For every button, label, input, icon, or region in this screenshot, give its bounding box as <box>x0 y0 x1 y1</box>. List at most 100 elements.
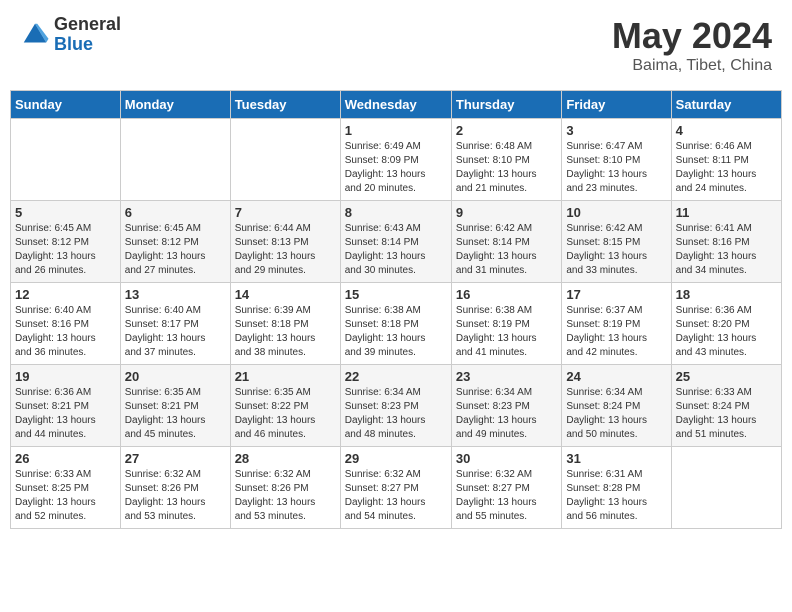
day-number: 17 <box>566 287 666 302</box>
calendar-cell: 3Sunrise: 6:47 AM Sunset: 8:10 PM Daylig… <box>562 119 671 201</box>
day-number: 7 <box>235 205 336 220</box>
day-number: 15 <box>345 287 447 302</box>
day-number: 27 <box>125 451 226 466</box>
calendar-cell: 17 Sunrise: 6:37 AM Sunset: 8:19 PM Dayli… <box>562 283 671 365</box>
page-header: General Blue May 2024 Baima, Tibet, Chin… <box>10 10 782 80</box>
calendar-cell: 23 Sunrise: 6:34 AM Sunset: 8:23 PM Dayli… <box>451 365 561 447</box>
calendar-week-3: 19Sunrise: 6:36 AM Sunset: 8:21 PM Dayli… <box>11 365 782 447</box>
day-info: Sunrise: 6:37 AM Sunset: 8:19 PM Dayligh… <box>566 304 666 360</box>
day-info: Sunrise: 6:40 AM Sunset: 8:17 PM Dayligh… <box>125 304 226 360</box>
day-number: 5 <box>15 205 116 220</box>
calendar-table: SundayMondayTuesdayWednesdayThursdayFrid… <box>10 90 782 529</box>
day-number: 29 <box>345 451 447 466</box>
calendar-cell: 2 Sunrise: 6:48 AM Sunset: 8:10 PM Daylig… <box>451 119 561 201</box>
weekday-header-friday: Friday <box>562 91 671 119</box>
month-title: May 2024 <box>612 15 772 57</box>
calendar-cell: 20 Sunrise: 6:35 AM Sunset: 8:21 PM Dayli… <box>120 365 230 447</box>
calendar-cell: 30 Sunrise: 6:32 AM Sunset: 8:27 PM Dayli… <box>451 447 561 529</box>
day-number: 2 <box>456 123 557 138</box>
day-info: Sunrise: 6:34 AM Sunset: 8:24 PM Dayligh… <box>566 386 666 442</box>
day-number: 21 <box>235 369 336 384</box>
day-info: Sunrise: 6:36 AM Sunset: 8:20 PM Dayligh… <box>676 304 777 360</box>
day-number: 18 <box>676 287 777 302</box>
weekday-header-wednesday: Wednesday <box>340 91 451 119</box>
logo-blue: Blue <box>54 35 121 55</box>
weekday-header-sunday: Sunday <box>11 91 121 119</box>
calendar-cell: 15 Sunrise: 6:38 AM Sunset: 8:18 PM Dayli… <box>340 283 451 365</box>
calendar-cell: 22 Sunrise: 6:34 AM Sunset: 8:23 PM Dayli… <box>340 365 451 447</box>
day-number: 20 <box>125 369 226 384</box>
day-number: 8 <box>345 205 447 220</box>
calendar-body: 1Sunrise: 6:49 AM Sunset: 8:09 PM Daylig… <box>11 119 782 529</box>
calendar-cell: 14 Sunrise: 6:39 AM Sunset: 8:18 PM Dayli… <box>230 283 340 365</box>
day-info: Sunrise: 6:33 AM Sunset: 8:25 PM Dayligh… <box>15 468 116 524</box>
calendar-cell: 10 Sunrise: 6:42 AM Sunset: 8:15 PM Dayli… <box>562 201 671 283</box>
calendar-cell: 29Sunrise: 6:32 AM Sunset: 8:27 PM Dayli… <box>340 447 451 529</box>
calendar-cell: 25Sunrise: 6:33 AM Sunset: 8:24 PM Dayli… <box>671 365 781 447</box>
calendar-header-row: SundayMondayTuesdayWednesdayThursdayFrid… <box>11 91 782 119</box>
calendar-cell: 26 Sunrise: 6:33 AM Sunset: 8:25 PM Dayli… <box>11 447 121 529</box>
day-info: Sunrise: 6:40 AM Sunset: 8:16 PM Dayligh… <box>15 304 116 360</box>
logo-text: General Blue <box>54 15 121 55</box>
day-number: 25 <box>676 369 777 384</box>
day-info: Sunrise: 6:43 AM Sunset: 8:14 PM Dayligh… <box>345 222 447 278</box>
day-info: Sunrise: 6:34 AM Sunset: 8:23 PM Dayligh… <box>345 386 447 442</box>
weekday-header-saturday: Saturday <box>671 91 781 119</box>
day-number: 31 <box>566 451 666 466</box>
day-info: Sunrise: 6:44 AM Sunset: 8:13 PM Dayligh… <box>235 222 336 278</box>
day-number: 12 <box>15 287 116 302</box>
day-info: Sunrise: 6:35 AM Sunset: 8:21 PM Dayligh… <box>125 386 226 442</box>
calendar-cell <box>11 119 121 201</box>
calendar-cell: 21 Sunrise: 6:35 AM Sunset: 8:22 PM Dayli… <box>230 365 340 447</box>
calendar-cell: 7 Sunrise: 6:44 AM Sunset: 8:13 PM Daylig… <box>230 201 340 283</box>
day-info: Sunrise: 6:32 AM Sunset: 8:26 PM Dayligh… <box>235 468 336 524</box>
calendar-cell: 8 Sunrise: 6:43 AM Sunset: 8:14 PM Daylig… <box>340 201 451 283</box>
weekday-header-monday: Monday <box>120 91 230 119</box>
day-number: 9 <box>456 205 557 220</box>
day-info: Sunrise: 6:31 AM Sunset: 8:28 PM Dayligh… <box>566 468 666 524</box>
day-info: Sunrise: 6:34 AM Sunset: 8:23 PM Dayligh… <box>456 386 557 442</box>
calendar-cell: 12 Sunrise: 6:40 AM Sunset: 8:16 PM Dayli… <box>11 283 121 365</box>
day-number: 24 <box>566 369 666 384</box>
day-number: 26 <box>15 451 116 466</box>
day-number: 10 <box>566 205 666 220</box>
day-info: Sunrise: 6:32 AM Sunset: 8:26 PM Dayligh… <box>125 468 226 524</box>
day-number: 22 <box>345 369 447 384</box>
day-number: 3 <box>566 123 666 138</box>
day-info: Sunrise: 6:48 AM Sunset: 8:10 PM Dayligh… <box>456 140 557 196</box>
day-info: Sunrise: 6:32 AM Sunset: 8:27 PM Dayligh… <box>456 468 557 524</box>
calendar-week-1: 5 Sunrise: 6:45 AM Sunset: 8:12 PM Daylig… <box>11 201 782 283</box>
calendar-cell: 28 Sunrise: 6:32 AM Sunset: 8:26 PM Dayli… <box>230 447 340 529</box>
day-info: Sunrise: 6:38 AM Sunset: 8:19 PM Dayligh… <box>456 304 557 360</box>
calendar-cell: 5Sunrise: 6:45 AM Sunset: 8:12 PM Daylig… <box>11 201 121 283</box>
calendar-week-2: 12 Sunrise: 6:40 AM Sunset: 8:16 PM Dayli… <box>11 283 782 365</box>
day-info: Sunrise: 6:38 AM Sunset: 8:18 PM Dayligh… <box>345 304 447 360</box>
calendar-cell <box>671 447 781 529</box>
day-number: 28 <box>235 451 336 466</box>
weekday-header-tuesday: Tuesday <box>230 91 340 119</box>
logo: General Blue <box>20 15 121 55</box>
calendar-cell: 18 Sunrise: 6:36 AM Sunset: 8:20 PM Dayli… <box>671 283 781 365</box>
day-number: 14 <box>235 287 336 302</box>
day-info: Sunrise: 6:35 AM Sunset: 8:22 PM Dayligh… <box>235 386 336 442</box>
day-number: 19 <box>15 369 116 384</box>
calendar-cell: 24 Sunrise: 6:34 AM Sunset: 8:24 PM Dayli… <box>562 365 671 447</box>
day-number: 30 <box>456 451 557 466</box>
calendar-cell: 4Sunrise: 6:46 AM Sunset: 8:11 PM Daylig… <box>671 119 781 201</box>
day-info: Sunrise: 6:42 AM Sunset: 8:15 PM Dayligh… <box>566 222 666 278</box>
day-info: Sunrise: 6:39 AM Sunset: 8:18 PM Dayligh… <box>235 304 336 360</box>
day-number: 11 <box>676 205 777 220</box>
day-info: Sunrise: 6:45 AM Sunset: 8:12 PM Dayligh… <box>125 222 226 278</box>
logo-icon <box>20 20 50 50</box>
calendar-week-0: 1Sunrise: 6:49 AM Sunset: 8:09 PM Daylig… <box>11 119 782 201</box>
day-number: 13 <box>125 287 226 302</box>
day-info: Sunrise: 6:41 AM Sunset: 8:16 PM Dayligh… <box>676 222 777 278</box>
calendar-cell: 11 Sunrise: 6:41 AM Sunset: 8:16 PM Dayli… <box>671 201 781 283</box>
weekday-header-thursday: Thursday <box>451 91 561 119</box>
logo-general: General <box>54 15 121 35</box>
calendar-cell: 27 Sunrise: 6:32 AM Sunset: 8:26 PM Dayli… <box>120 447 230 529</box>
day-number: 23 <box>456 369 557 384</box>
day-number: 1 <box>345 123 447 138</box>
calendar-cell: 9Sunrise: 6:42 AM Sunset: 8:14 PM Daylig… <box>451 201 561 283</box>
day-number: 4 <box>676 123 777 138</box>
